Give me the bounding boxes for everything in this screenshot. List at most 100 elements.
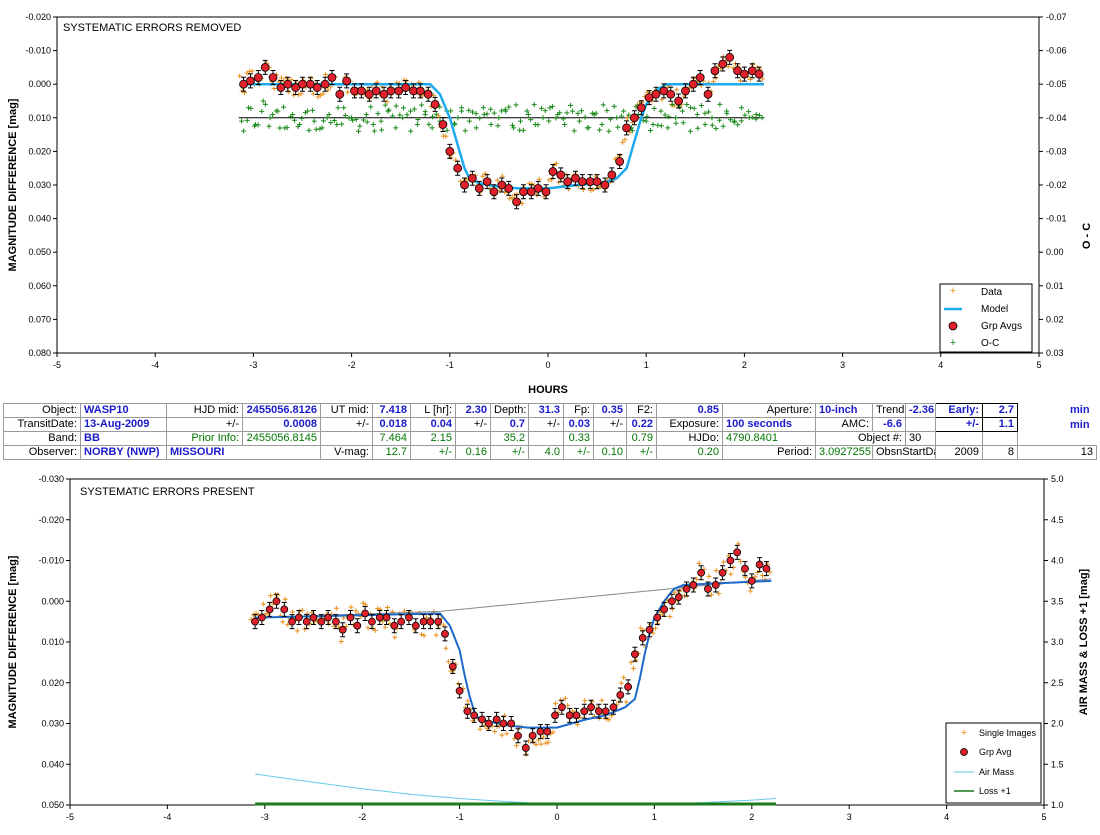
group-average-point [577, 177, 587, 187]
label-pm-ut: +/- [320, 417, 373, 432]
y2-tick-label: 3.5 [1051, 596, 1064, 606]
group-average-point [288, 617, 296, 626]
group-average-point [514, 731, 522, 740]
value-early: 2.7 [982, 403, 1018, 418]
group-average-point [317, 617, 326, 626]
y-tick-label: -0.020 [38, 515, 64, 525]
y2-tick-label: -0.07 [1046, 12, 1067, 22]
y2-tick-label: 0.00 [1046, 247, 1064, 257]
group-average-point [624, 682, 633, 691]
group-average-point [430, 99, 440, 109]
group-average-point [434, 617, 443, 626]
value-hjdo: 4790.8401 [722, 431, 816, 446]
value-object: WASP10 [80, 403, 167, 418]
x-tick-label: -4 [163, 812, 171, 822]
group-average-point [302, 617, 311, 626]
y-tick-label: 0.050 [28, 247, 51, 257]
group-average-point [342, 76, 352, 86]
value-prior-ut: 7.464 [372, 431, 411, 446]
y2-tick-label: -0.04 [1046, 113, 1067, 123]
group-average-point [474, 183, 484, 193]
group-average-point [482, 177, 492, 187]
x-tick-label: 2 [742, 360, 747, 370]
y2-tick-label: 2.0 [1051, 719, 1064, 729]
label-band: Band: [3, 431, 81, 446]
group-average-point [600, 180, 610, 190]
group-average-point [368, 617, 376, 626]
group-average-point [375, 613, 384, 622]
value-obsn-day: 13 [1017, 445, 1097, 460]
group-average-point [405, 613, 413, 622]
label-amc: AMC: [815, 417, 873, 432]
x-tick-label: 3 [840, 360, 845, 370]
label-trend: Trend: [872, 403, 906, 418]
value-band: BB [80, 431, 167, 446]
legend-bottom: + Single Images Grp Avg Air Mass Loss +1 [945, 722, 1042, 804]
x-tick-label: -2 [348, 360, 356, 370]
y2-tick-label: 0.02 [1046, 314, 1064, 324]
group-average-point [441, 629, 449, 638]
x-tick-label: 0 [545, 360, 550, 370]
y2-tick-label: 4.5 [1051, 515, 1064, 525]
value-early-err: 1.1 [982, 417, 1018, 432]
group-average-point [268, 73, 278, 82]
label-period: Period: [722, 445, 816, 460]
group-average-point [541, 187, 551, 197]
chart-title-bottom: SYSTEMATIC ERRORS PRESENT [80, 486, 255, 498]
label-aperture: Aperture: [722, 403, 816, 418]
group-average-point [594, 707, 603, 716]
group-average-point [492, 715, 501, 724]
group-average-point [587, 703, 595, 712]
x-tick-label: 5 [1036, 360, 1041, 370]
group-average-point [557, 703, 566, 712]
value-vmag-err-2: 4.0 [528, 445, 564, 460]
group-average-point [741, 564, 749, 573]
y-tick-label: 0.080 [28, 348, 51, 358]
group-average-point [448, 662, 457, 671]
label-pm-fp: +/- [528, 417, 564, 432]
x-tick-label: -1 [456, 812, 464, 822]
label-depth: Depth: [490, 403, 529, 418]
group-average-point [519, 187, 528, 197]
group-average-point [726, 556, 735, 565]
group-average-point [335, 89, 345, 99]
group-average-point [681, 86, 690, 96]
value-amc: -6.6 [872, 417, 906, 432]
transit-info-table: Object: WASP10 HJD mid: 2455056.8126 UT … [0, 403, 1100, 463]
group-average-point [361, 609, 370, 618]
group-average-point [312, 83, 322, 92]
group-average-point [309, 613, 318, 622]
x-tick-label: -3 [261, 812, 269, 822]
legend-grp-avg-marker [960, 748, 968, 756]
label-ut-mid: UT mid: [320, 403, 373, 418]
group-average-point [415, 86, 425, 96]
group-average-point [346, 613, 355, 622]
label-length: L [hr]: [410, 403, 456, 418]
value-prior-f2: 0.79 [626, 431, 657, 446]
y-axis-label-bottom: MAGNITUDE DIFFERENCE [mag] [7, 555, 19, 728]
plot-area-bottom [69, 478, 1045, 806]
value-fp: 0.35 [593, 403, 627, 418]
group-average-point [718, 568, 727, 577]
legend-label-data: Data [981, 287, 1003, 298]
value-f2: 0.85 [656, 403, 723, 418]
y-tick-label: -0.020 [25, 12, 51, 22]
y2-tick-label: 5.0 [1051, 474, 1064, 484]
label-pm-early: +/- [935, 417, 983, 432]
label-object-number: Object #: [815, 431, 906, 446]
y-tick-label: 0.020 [28, 146, 51, 156]
group-average-point [668, 597, 676, 606]
group-average-point [697, 568, 706, 577]
value-period: 3.0927255 [815, 445, 873, 460]
value-transit-date: 13-Aug-2009 [80, 417, 167, 432]
group-average-point [460, 180, 469, 190]
group-average-point [411, 621, 420, 630]
group-average-point [543, 727, 552, 736]
group-average-point [740, 69, 749, 79]
group-average-point [533, 183, 543, 193]
group-average-point [733, 548, 742, 557]
legend-label-loss: Loss +1 [979, 786, 1011, 796]
label-pm-vmag-3: +/- [563, 445, 594, 460]
value-location: MISSOURI [166, 445, 321, 460]
value-object-number: 30 [905, 431, 936, 446]
